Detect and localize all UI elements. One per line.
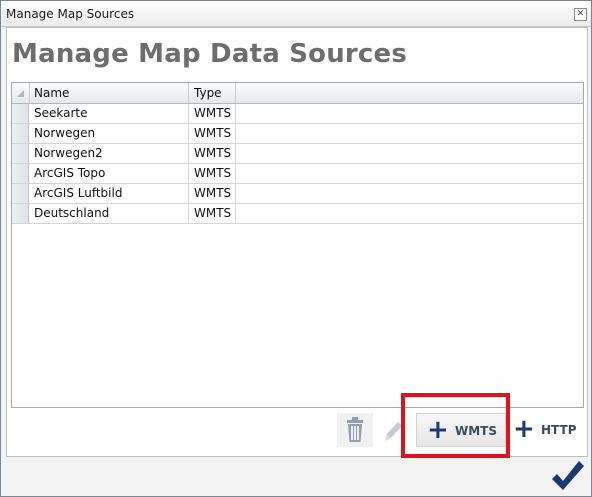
cell-name: Deutschland bbox=[29, 204, 189, 223]
plus-icon: + bbox=[513, 414, 535, 444]
cell-type: WMTS bbox=[189, 104, 236, 123]
table-row[interactable]: ArcGIS Topo WMTS bbox=[12, 164, 583, 184]
column-header-type[interactable]: Type bbox=[189, 83, 236, 103]
cell-type: WMTS bbox=[189, 164, 236, 183]
table-row[interactable]: Norwegen2 WMTS bbox=[12, 144, 583, 164]
delete-button[interactable] bbox=[337, 413, 373, 447]
dialog-content: Manage Map Data Sources Name Type Seekar… bbox=[6, 27, 588, 457]
ok-button[interactable] bbox=[549, 457, 585, 493]
cell-type: WMTS bbox=[189, 124, 236, 143]
row-selector[interactable] bbox=[12, 104, 29, 123]
table-row[interactable]: Deutschland WMTS bbox=[12, 204, 583, 224]
add-http-label: HTTP bbox=[541, 423, 577, 437]
checkmark-icon bbox=[552, 461, 584, 490]
corner-triangle-icon bbox=[17, 90, 24, 97]
row-selector[interactable] bbox=[12, 204, 29, 223]
page-title: Manage Map Data Sources bbox=[12, 39, 408, 69]
select-all-corner[interactable] bbox=[12, 83, 30, 103]
close-icon: ✕ bbox=[576, 9, 585, 19]
add-wmts-label: WMTS bbox=[455, 424, 498, 438]
title-bar[interactable]: Manage Map Sources ✕ bbox=[1, 1, 591, 27]
table-row[interactable]: Seekarte WMTS bbox=[12, 104, 583, 124]
column-header-name[interactable]: Name bbox=[29, 83, 189, 103]
edit-button[interactable] bbox=[377, 413, 407, 447]
cell-name: Norwegen bbox=[29, 124, 189, 143]
cell-name: ArcGIS Topo bbox=[29, 164, 189, 183]
cell-type: WMTS bbox=[189, 184, 236, 203]
cell-name: Norwegen2 bbox=[29, 144, 189, 163]
row-selector[interactable] bbox=[12, 144, 29, 163]
map-sources-grid[interactable]: Name Type Seekarte WMTS Norwegen WMTS No… bbox=[11, 82, 584, 408]
cell-name: Seekarte bbox=[29, 104, 189, 123]
pencil-icon bbox=[385, 422, 402, 441]
cell-type: WMTS bbox=[189, 144, 236, 163]
add-http-button[interactable]: + HTTP bbox=[510, 413, 582, 447]
trash-icon bbox=[347, 417, 363, 442]
window-title: Manage Map Sources bbox=[6, 7, 135, 21]
row-selector[interactable] bbox=[12, 164, 29, 183]
row-selector[interactable] bbox=[12, 184, 29, 203]
cell-name: ArcGIS Luftbild bbox=[29, 184, 189, 203]
close-button[interactable]: ✕ bbox=[574, 8, 587, 21]
table-row[interactable]: ArcGIS Luftbild WMTS bbox=[12, 184, 583, 204]
plus-icon: + bbox=[427, 415, 449, 445]
cell-type: WMTS bbox=[189, 204, 236, 223]
table-row[interactable]: Norwegen WMTS bbox=[12, 124, 583, 144]
grid-header: Name Type bbox=[12, 83, 583, 104]
row-selector[interactable] bbox=[12, 124, 29, 143]
dialog-window: Manage Map Sources ✕ Manage Map Data Sou… bbox=[0, 0, 592, 497]
add-wmts-button[interactable]: + WMTS bbox=[416, 413, 506, 447]
